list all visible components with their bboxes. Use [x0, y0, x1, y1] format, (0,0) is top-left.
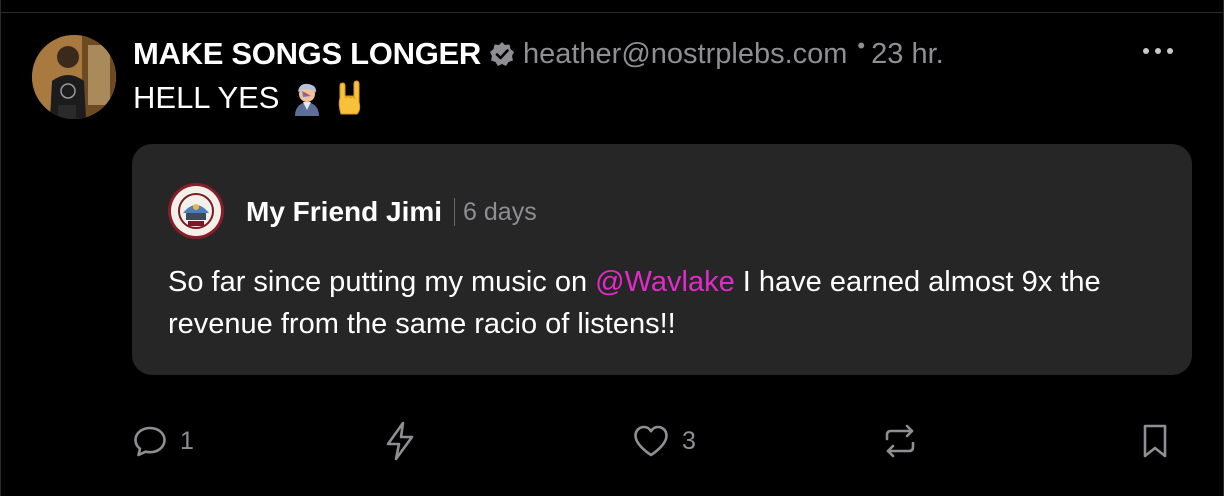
author-handle[interactable]: heather@nostrplebs.com	[523, 38, 847, 71]
repost-button[interactable]	[881, 420, 919, 462]
singer-emoji	[289, 80, 325, 116]
wavlake-mention-link[interactable]: @Wavlake	[595, 266, 735, 298]
like-count: 3	[682, 426, 696, 455]
note-view: MAKE SONGS LONGER heather@nostrplebs.com…	[0, 0, 1224, 496]
reply-count: 1	[180, 426, 194, 455]
post-text: HELL YES	[133, 80, 280, 115]
reply-button[interactable]: 1	[132, 420, 194, 462]
quoted-author-name[interactable]: My Friend Jimi	[246, 196, 442, 228]
avatar-image	[32, 35, 116, 119]
repost-icon	[885, 424, 915, 458]
author-avatar[interactable]	[32, 35, 116, 119]
heart-icon	[634, 425, 668, 457]
like-button[interactable]: 3	[632, 420, 696, 462]
quoted-note-header: My Friend Jimi 6 days	[246, 192, 537, 232]
zap-button[interactable]	[382, 420, 418, 462]
sign-of-the-horns-emoji	[335, 80, 365, 116]
quoted-header-divider	[454, 198, 456, 226]
more-options-button[interactable]	[1138, 38, 1178, 64]
quoted-text-before: So far since putting my music on	[168, 266, 596, 298]
zap-icon	[386, 421, 414, 461]
quoted-avatar-image	[168, 183, 224, 239]
top-divider	[0, 0, 1224, 13]
quoted-author-avatar[interactable]	[168, 183, 224, 239]
quoted-note-card[interactable]: My Friend Jimi 6 days So far since putti…	[132, 144, 1192, 375]
time-separator: •	[857, 33, 866, 58]
author-display-name[interactable]: MAKE SONGS LONGER	[133, 36, 481, 72]
bookmark-icon	[1143, 424, 1167, 458]
bookmark-button[interactable]	[1140, 420, 1170, 462]
more-horizontal-icon	[1143, 48, 1173, 54]
post-content: HELL YES	[133, 80, 365, 116]
quoted-timestamp[interactable]: 6 days	[463, 198, 537, 227]
quoted-note-text: So far since putting my music on @Wavlak…	[168, 261, 1168, 345]
verified-badge-icon	[489, 41, 515, 67]
reply-icon	[134, 426, 166, 457]
post-timestamp[interactable]: 23 hr.	[871, 38, 944, 71]
post-header: MAKE SONGS LONGER heather@nostrplebs.com…	[133, 33, 944, 75]
left-divider	[0, 0, 1, 496]
